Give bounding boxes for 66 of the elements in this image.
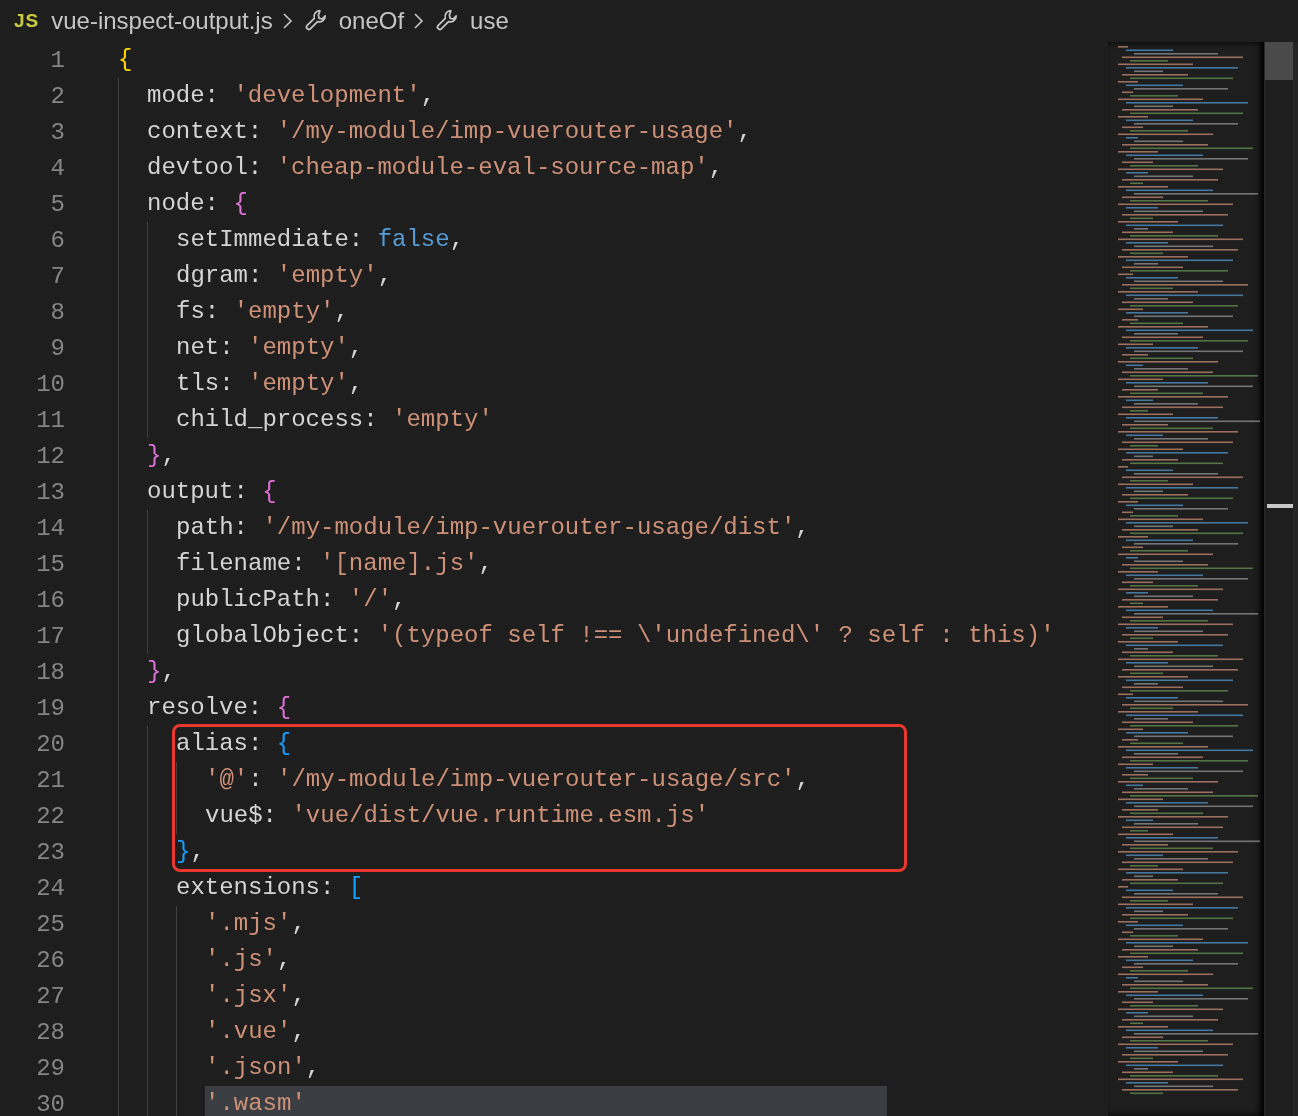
line-number: 21 [35, 766, 65, 794]
code-line: alias: { [176, 729, 292, 759]
line-number: 7 [49, 262, 65, 290]
breadcrumb-item[interactable]: use [470, 7, 509, 35]
js-file-icon: JS [14, 10, 40, 32]
code-line: devtool: 'cheap-module-eval-source-map', [147, 153, 724, 183]
line-number: 16 [35, 586, 65, 614]
line-number: 8 [49, 298, 65, 326]
line-number: 10 [35, 370, 65, 398]
code-line: globalObject: '(typeof self !== \'undefined\' ? self : this)' [176, 621, 1055, 651]
code-line: '.mjs', [205, 909, 306, 939]
line-number: 25 [35, 910, 65, 938]
line-number: 12 [35, 442, 65, 470]
code-line: vue$: 'vue/dist/vue.runtime.esm.js' [205, 801, 710, 831]
code-line: '.json', [205, 1053, 321, 1083]
line-number: 24 [35, 874, 65, 902]
code-line: net: 'empty', [176, 333, 364, 363]
code-line: child_process: 'empty' [176, 405, 493, 435]
code-line: publicPath: '/', [176, 585, 407, 615]
line-number: 27 [35, 982, 65, 1010]
code-line: }, [176, 837, 205, 867]
scrollbar-thumb[interactable] [1265, 42, 1293, 80]
code-line: setImmediate: false, [176, 225, 465, 255]
code-line: output: { [147, 477, 277, 507]
code-line: '.js', [205, 945, 292, 975]
line-number: 17 [35, 622, 65, 650]
line-number: 9 [49, 334, 65, 362]
code-line: fs: 'empty', [176, 297, 349, 327]
line-number: 6 [49, 226, 65, 254]
code-line: filename: '[name].js', [176, 549, 493, 579]
code-line: '.vue', [205, 1017, 306, 1047]
line-number: 15 [35, 550, 65, 578]
code-line: dgram: 'empty', [176, 261, 393, 291]
code-line: { [118, 45, 133, 75]
line-number: 23 [35, 838, 65, 866]
line-number: 5 [49, 190, 65, 218]
code-line: }, [147, 441, 176, 471]
line-number: 30 [35, 1090, 65, 1116]
line-number: 2 [49, 82, 65, 110]
code-line: }, [147, 657, 176, 687]
line-number: 13 [35, 478, 65, 506]
scroll-marker [1267, 504, 1293, 508]
line-number: 19 [35, 694, 65, 722]
vertical-scrollbar[interactable] [1264, 42, 1293, 1116]
line-number: 29 [35, 1054, 65, 1082]
breadcrumb-item[interactable]: oneOf [338, 7, 405, 35]
breadcrumb-item[interactable]: vue-inspect-output.js [51, 7, 273, 35]
code-line: tls: 'empty', [176, 369, 364, 399]
code-line: mode: 'development', [147, 81, 436, 111]
line-number: 28 [35, 1018, 65, 1046]
line-number: 4 [49, 154, 65, 182]
code-line: extensions: [ [176, 873, 364, 903]
line-number: 14 [35, 514, 65, 542]
line-number: 1 [49, 46, 65, 74]
code-line: resolve: { [147, 693, 292, 723]
line-number: 22 [35, 802, 65, 830]
line-number: 26 [35, 946, 65, 974]
code-line: context: '/my-module/imp-vuerouter-usage', [147, 117, 752, 147]
line-number: 3 [49, 118, 65, 146]
code-line: node: { [147, 189, 248, 219]
code-line: '.jsx', [205, 981, 306, 1011]
line-number: 20 [35, 730, 65, 758]
code-line: path: '/my-module/imp-vuerouter-usage/dist', [176, 513, 810, 543]
line-number: 11 [35, 406, 65, 434]
line-number: 18 [35, 658, 65, 686]
code-line: '@': '/my-module/imp-vuerouter-usage/src', [205, 765, 810, 795]
